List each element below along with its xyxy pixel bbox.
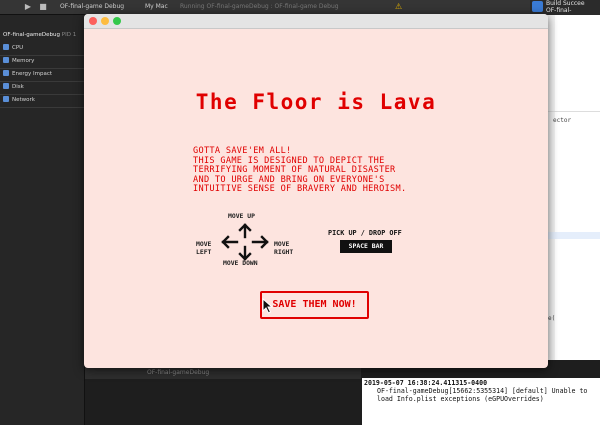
control-label-left-1: Move	[196, 240, 212, 248]
build-status: Build Succee OF-final-gameDebu	[530, 0, 600, 28]
nav-item-label: Memory	[12, 58, 35, 64]
source-editor[interactable]: ector e(	[546, 15, 600, 360]
xcode-toolbar: ▶ ■ OF-final-game Debug My Mac Running O…	[0, 0, 600, 28]
direction-arrows-icon	[221, 223, 269, 261]
gauge-icon	[3, 96, 9, 102]
control-label-left-2: Left	[196, 248, 212, 256]
current-line-highlight	[546, 232, 600, 239]
debug-target[interactable]: OF-final-gameDebug	[147, 367, 209, 379]
nav-item-disk[interactable]: Disk	[3, 82, 24, 93]
nav-item-label: CPU	[12, 45, 24, 51]
start-game-button[interactable]: Save them now!	[260, 291, 369, 319]
game-window: The Floor is Lava Gotta save'em all! Thi…	[84, 14, 548, 368]
debug-bar: OF-final-gameDebug	[85, 367, 361, 379]
process-row[interactable]: OF-final-gameDebug PID 1	[3, 32, 76, 38]
gauge-icon	[3, 44, 9, 50]
divider	[0, 107, 84, 108]
stop-icon[interactable]: ■	[37, 2, 49, 12]
variables-view	[85, 379, 361, 425]
process-pid: PID 1	[61, 32, 77, 38]
nav-item-memory[interactable]: Memory	[3, 56, 34, 67]
debug-navigator: OF-final-gameDebug PID 1 CPU Memory Ener…	[0, 15, 85, 425]
warning-icon[interactable]: ⚠	[395, 0, 402, 14]
console-line: load Info.plist exceptions (eGPUOverride…	[377, 395, 544, 403]
nav-item-energy[interactable]: Energy Impact	[3, 69, 52, 80]
device-selector[interactable]: My Mac	[145, 0, 168, 14]
run-icon[interactable]: ▶	[22, 2, 34, 12]
code-fragment: ector	[553, 117, 572, 124]
control-label-right-2: Right	[274, 248, 294, 256]
activity-status: Running OF-final-gameDebug : OF-final-ga…	[180, 3, 339, 10]
divider	[546, 111, 600, 112]
gauge-icon	[3, 57, 9, 63]
xcode-app-icon	[532, 1, 543, 12]
game-title: The Floor is Lava	[195, 90, 437, 114]
nav-item-label: Energy Impact	[12, 71, 53, 77]
gauge-icon	[3, 70, 9, 76]
debug-console[interactable]: 2019-05-07 16:38:24.411315-0400 OF-final…	[362, 378, 600, 425]
zoom-button[interactable]	[113, 17, 121, 25]
nav-item-label: Network	[12, 97, 35, 103]
control-label-up: Move up	[228, 212, 255, 220]
nav-item-label: Disk	[12, 84, 24, 90]
minimize-button[interactable]	[101, 17, 109, 25]
nav-item-network[interactable]: Network	[3, 95, 35, 106]
pickup-instruction: Pick up / drop off	[328, 229, 402, 237]
code-fragment: e(	[548, 315, 556, 322]
process-name: OF-final-gameDebug	[3, 32, 61, 38]
control-label-right-1: Move	[274, 240, 290, 248]
gauge-icon	[3, 83, 9, 89]
window-titlebar[interactable]	[84, 14, 548, 29]
mouse-pointer-icon	[262, 298, 274, 314]
close-button[interactable]	[89, 17, 97, 25]
game-intro-text: Gotta save'em all! This game is designed…	[193, 146, 407, 195]
scheme-selector[interactable]: OF-final-game Debug	[60, 0, 124, 14]
space-bar-key: Space bar	[340, 240, 392, 253]
nav-item-cpu[interactable]: CPU	[3, 43, 23, 54]
